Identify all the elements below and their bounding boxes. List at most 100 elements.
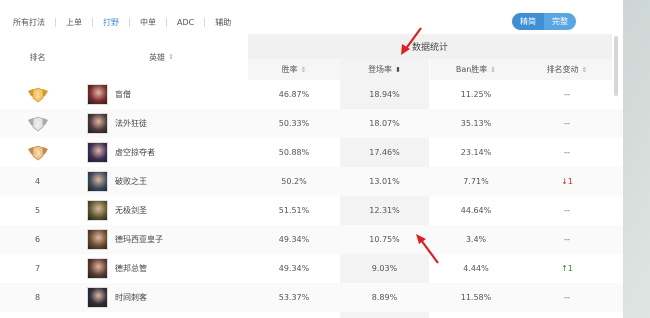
- pickrate-header[interactable]: 登场率 ⬍: [340, 59, 429, 80]
- winrate-cell: 49.34%: [278, 235, 310, 244]
- rank-number: 1: [35, 91, 39, 99]
- winrate-cell: 51.51%: [278, 206, 310, 215]
- banwinrate-cell: 35.13%: [460, 119, 492, 128]
- hero-avatar[interactable]: [87, 229, 108, 250]
- tab-divider: [166, 17, 167, 27]
- tab-divider: [55, 17, 56, 27]
- rank-medal-icon: 1: [27, 87, 48, 103]
- tab-adc[interactable]: ADC: [177, 18, 194, 27]
- stats-group-label: 数据统计: [411, 43, 448, 53]
- toggle-simple-button[interactable]: 精简: [512, 13, 544, 30]
- winrate-cell: 50.2%: [281, 177, 307, 186]
- pickrate-cell: 9.03%: [371, 264, 398, 273]
- rank-header: 排名: [0, 34, 75, 80]
- hero-header-label: 英雄: [149, 52, 166, 62]
- rank-number: 3: [35, 149, 39, 157]
- hero-avatar[interactable]: [87, 171, 108, 192]
- rank-cell: 1: [0, 80, 75, 109]
- tab-mid[interactable]: 中单: [140, 17, 156, 28]
- rank-number: 6: [34, 235, 41, 244]
- banwinrate-cell: 7.71%: [463, 177, 489, 186]
- sort-icon[interactable]: ⇕: [168, 53, 174, 61]
- sort-icon[interactable]: ⇕: [490, 66, 496, 74]
- winrate-header-label: 胜率: [281, 65, 298, 74]
- tab-all[interactable]: 所有打法: [13, 17, 45, 28]
- rank-change-cell: --: [522, 109, 612, 138]
- rank-number: 4: [34, 177, 41, 186]
- rank-change-cell: --: [522, 196, 612, 225]
- rank-number: 5: [34, 206, 41, 215]
- table-row[interactable]: 2 法外狂徒 50.33% 18.07% 35.13% --: [0, 109, 623, 138]
- table-row[interactable]: 5 无极剑圣 51.51% 12.31% 44.64% --: [0, 196, 623, 225]
- hero-name[interactable]: 德邦总管: [115, 254, 147, 283]
- rank-change-cell: --: [522, 225, 612, 254]
- hero-name[interactable]: 时间刺客: [115, 283, 147, 312]
- hero-avatar[interactable]: [87, 142, 108, 163]
- banwinrate-cell: 23.14%: [460, 148, 492, 157]
- rank-change-cell: --: [522, 283, 612, 312]
- banwinrate-cell: 44.64%: [460, 206, 492, 215]
- rank-cell: 5: [0, 196, 75, 225]
- tab-divider: [204, 17, 206, 27]
- table-row[interactable]: 7 德邦总管 49.34% 9.03% 4.44% ↑ 1: [0, 254, 623, 283]
- sort-icon[interactable]: ⇕: [582, 66, 588, 74]
- pickrate-cell: 13.01%: [369, 177, 400, 186]
- table-row[interactable]: 4 破败之王 50.2% 13.01% 7.71% ↓ 1: [0, 167, 623, 196]
- rank-change-value: --: [564, 235, 570, 244]
- rank-number: 8: [34, 293, 41, 302]
- rank-change-value: 1: [567, 264, 573, 273]
- hero-name[interactable]: 无极剑圣: [115, 196, 147, 225]
- table-row[interactable]: 6 德玛西亚皇子 49.34% 10.75% 3.4% --: [0, 225, 623, 254]
- tab-jungle[interactable]: 打野: [103, 17, 119, 28]
- sort-active-icon[interactable]: ⬍: [395, 66, 401, 74]
- tab-divider: [129, 17, 130, 27]
- rankchange-header-label: 排名变动: [546, 65, 579, 74]
- rank-number: 7: [34, 264, 41, 273]
- rank-change-value: --: [564, 90, 570, 99]
- tab-support[interactable]: 辅助: [215, 17, 231, 28]
- rank-number: 2: [35, 120, 39, 128]
- rank-cell: 8: [0, 283, 75, 312]
- scrollbar-thumb[interactable]: [614, 36, 618, 96]
- banwinrate-cell: 4.44%: [463, 264, 489, 273]
- hero-avatar[interactable]: [87, 258, 108, 279]
- hero-avatar[interactable]: [87, 84, 108, 105]
- banwinrate-header-label: Ban胜率: [455, 65, 488, 74]
- rank-change-value: 1: [567, 177, 573, 186]
- winrate-cell: 53.37%: [278, 293, 310, 302]
- hero-avatar[interactable]: [87, 200, 108, 221]
- rank-cell: 3: [0, 138, 75, 167]
- hero-header[interactable]: 英雄 ⇕: [75, 34, 248, 80]
- rank-cell: 2: [0, 109, 75, 138]
- stats-group-header: 数据统计: [248, 34, 612, 59]
- rank-change-cell: ↓ 1: [522, 167, 612, 196]
- hero-name[interactable]: 虚空掠夺者: [115, 138, 155, 167]
- rank-header-label: 排名: [29, 52, 46, 62]
- banwinrate-cell: 11.58%: [460, 293, 492, 302]
- rank-change-value: --: [564, 119, 570, 128]
- toggle-full-button[interactable]: 完整: [544, 13, 576, 30]
- sort-icon[interactable]: ⇕: [301, 66, 307, 74]
- hero-avatar[interactable]: [87, 113, 108, 134]
- table-row[interactable]: 8 时间刺客 53.37% 8.89% 11.58% --: [0, 283, 623, 312]
- pickrate-cell: 18.94%: [369, 90, 400, 99]
- tab-divider: [92, 17, 93, 27]
- pickrate-cell: 12.31%: [369, 206, 400, 215]
- banwinrate-header[interactable]: Ban胜率 ⇕: [430, 59, 522, 80]
- hero-name[interactable]: 德玛西亚皇子: [115, 225, 163, 254]
- hero-avatar[interactable]: [87, 287, 108, 308]
- tab-top[interactable]: 上单: [66, 17, 82, 28]
- hero-name[interactable]: 盲僧: [115, 80, 131, 109]
- rankchange-header[interactable]: 排名变动 ⇕: [522, 59, 612, 80]
- rank-cell: 7: [0, 254, 75, 283]
- pickrate-cell: 17.46%: [369, 148, 400, 157]
- pickrate-cell: 18.07%: [369, 119, 400, 128]
- rank-change-value: --: [564, 206, 570, 215]
- winrate-header[interactable]: 胜率 ⇕: [248, 59, 340, 80]
- table-row[interactable]: 1 盲僧 46.87% 18.94% 11.25% --: [0, 80, 623, 109]
- winrate-cell: 46.87%: [278, 90, 310, 99]
- table-row[interactable]: 3 虚空掠夺者 50.88% 17.46% 23.14% --: [0, 138, 623, 167]
- hero-name[interactable]: 法外狂徒: [115, 109, 147, 138]
- hero-name[interactable]: 破败之王: [115, 167, 147, 196]
- rank-cell: 6: [0, 225, 75, 254]
